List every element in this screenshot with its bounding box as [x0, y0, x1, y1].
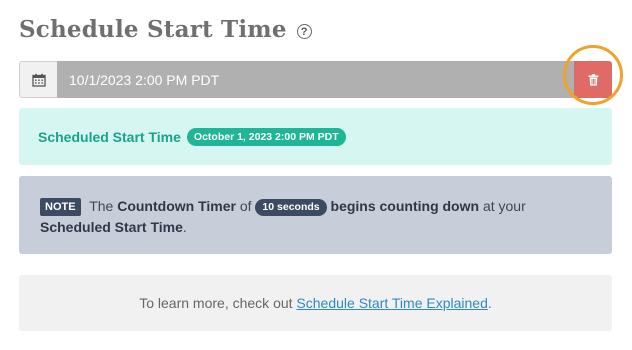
date-input-group [19, 61, 612, 98]
note-scheduled-start-time: Scheduled Start Time [40, 219, 183, 235]
note-badge: NOTE [40, 198, 81, 216]
note-text-2: of [239, 198, 252, 214]
scheduled-start-time-label: Scheduled Start Time [38, 128, 181, 145]
countdown-duration-badge: 10 seconds [255, 199, 327, 216]
title-row: Schedule Start Time ? [19, 16, 312, 43]
scheduled-date-badge: October 1, 2023 2:00 PM PDT [186, 127, 346, 146]
page-title: Schedule Start Time [19, 16, 287, 43]
help-icon[interactable]: ? [296, 24, 312, 39]
learn-more-prefix: To learn more, check out [139, 295, 297, 311]
learn-more-suffix: . [487, 295, 492, 311]
note-countdown-timer: Countdown Timer [117, 198, 236, 214]
delete-button[interactable] [574, 61, 612, 98]
schedule-start-time-explained-link[interactable]: Schedule Start Time Explained [296, 295, 487, 311]
calendar-icon[interactable] [19, 61, 57, 98]
start-time-input[interactable] [57, 61, 574, 98]
note-begins-counting: begins counting down [330, 198, 480, 214]
schedule-start-time-panel: Schedule Start Time ? 10/1/2023 2:00 PM … [0, 0, 632, 350]
trash-icon [588, 73, 598, 86]
countdown-note: NOTE The Countdown Timer of 10 seconds b… [19, 176, 612, 254]
learn-more-box: To learn more, check out Schedule Start … [19, 275, 612, 331]
note-text-1: The [89, 198, 114, 214]
note-text-3: at your [482, 198, 526, 214]
note-text-4: . [182, 219, 187, 235]
scheduled-start-time-alert: Scheduled Start Time October 1, 2023 2:0… [19, 108, 612, 165]
